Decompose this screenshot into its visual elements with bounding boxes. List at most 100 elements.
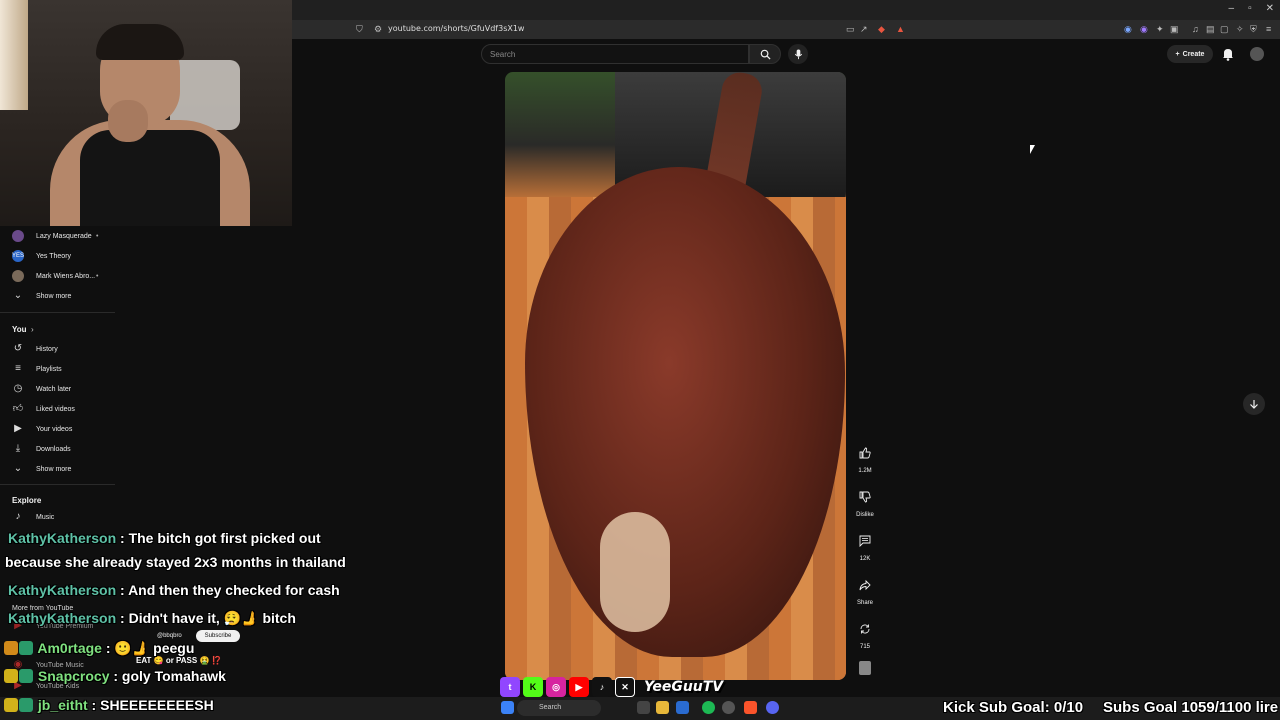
- microphone-icon: [794, 48, 802, 59]
- sidebar-icon[interactable]: ▤: [1206, 24, 1215, 35]
- sidebar-item-label: Downloads: [36, 445, 71, 453]
- subscription-item[interactable]: Mark Wiens Abro... •: [0, 266, 118, 286]
- comments-button[interactable]: 12K: [853, 530, 877, 562]
- chat-message: KathyKatherson : Didn't have it, 😮‍💨🫸 bi…: [8, 610, 296, 627]
- search-button[interactable]: [749, 44, 781, 64]
- create-button[interactable]: + Create: [1167, 45, 1213, 63]
- sidebar-item-label: Watch later: [36, 385, 72, 393]
- gift-badge-icon: [19, 641, 33, 655]
- comment-count: 12K: [859, 556, 871, 562]
- vpn-icon[interactable]: ⛨: [1250, 24, 1257, 35]
- install-app-icon[interactable]: ▭: [846, 24, 855, 35]
- remix-count: 715: [859, 644, 870, 650]
- channel-handle[interactable]: @bbqbro: [157, 633, 182, 639]
- sidebar-item-your-videos[interactable]: ▶ Your videos: [0, 419, 118, 439]
- brave-rewards-icon[interactable]: ▲: [896, 24, 905, 34]
- chat-text: : The bitch got first picked out: [116, 530, 321, 546]
- shorts-video-player[interactable]: [505, 72, 846, 680]
- like-button[interactable]: 1.2M: [853, 442, 877, 474]
- steam-icon[interactable]: [676, 701, 689, 714]
- site-info-icon[interactable]: ⚙: [374, 24, 382, 35]
- chevron-down-icon: ⌄: [13, 290, 23, 301]
- brave-shields-icon[interactable]: ◆: [878, 24, 885, 35]
- sidebar-item-downloads[interactable]: ⤓ Downloads: [0, 439, 118, 459]
- instagram-icon: ◎: [546, 677, 566, 697]
- share-button[interactable]: Share: [853, 574, 877, 606]
- kick-icon: K: [523, 677, 543, 697]
- history-icon: ↺: [13, 343, 23, 354]
- url-field[interactable]: youtube.com/shorts/GfuVdf3sX1w: [388, 24, 524, 33]
- search-input[interactable]: Search: [481, 44, 749, 64]
- chat-text: : And then they checked for cash: [116, 582, 340, 598]
- account-avatar[interactable]: [1250, 47, 1264, 61]
- minimize-icon[interactable]: –: [1229, 3, 1235, 14]
- share-page-icon[interactable]: ↗: [860, 24, 868, 35]
- extension-icon[interactable]: ▣: [1170, 24, 1179, 35]
- search-placeholder: Search: [490, 50, 516, 59]
- show-more-button[interactable]: ⌄ Show more: [0, 286, 118, 306]
- you-header: You: [12, 324, 27, 334]
- notifications-bell-icon[interactable]: [1221, 47, 1235, 61]
- chat-text: because she already stayed 2x3 months in…: [5, 554, 346, 570]
- share-label: Share: [856, 600, 873, 606]
- extensions-icon[interactable]: ✦: [1156, 24, 1164, 35]
- spotify-icon[interactable]: [702, 701, 715, 714]
- chat-message: Snapcrocy : goly Tomahawk: [4, 668, 226, 684]
- sidebar-item-music[interactable]: ♪ Music: [0, 507, 118, 527]
- restore-icon[interactable]: ▫: [1248, 3, 1252, 14]
- you-section-header[interactable]: You ›: [0, 319, 118, 339]
- playlists-icon: ≡: [15, 363, 21, 374]
- chat-text: : Didn't have it, 😮‍💨🫸 bitch: [116, 610, 296, 626]
- bookmark-icon[interactable]: ⛉: [356, 24, 363, 35]
- plus-icon: +: [1175, 50, 1180, 58]
- extension-icon[interactable]: ◉: [1140, 24, 1148, 35]
- wallet-icon[interactable]: ▢: [1220, 24, 1229, 35]
- chat-message: KathyKatherson : And then they checked f…: [8, 582, 340, 598]
- menu-icon[interactable]: ≡: [1266, 24, 1271, 34]
- show-more-label: Show more: [36, 292, 72, 300]
- subscriber-badge-icon: [4, 698, 18, 712]
- remix-button[interactable]: 715: [853, 618, 877, 650]
- sidebar-item-watch-later[interactable]: ◷ Watch later: [0, 379, 118, 399]
- live-dot-icon: •: [96, 232, 99, 240]
- subscription-item[interactable]: YES Yes Theory: [0, 246, 118, 266]
- x-icon: ✕: [615, 677, 635, 697]
- brave-browser-icon[interactable]: [744, 701, 757, 714]
- close-icon[interactable]: ✕: [1266, 3, 1274, 14]
- sidebar-item-liked-videos[interactable]: 👍︎ Liked videos: [0, 399, 118, 419]
- sidebar-item-history[interactable]: ↺ History: [0, 339, 118, 359]
- chat-message: because she already stayed 2x3 months in…: [5, 554, 346, 570]
- chat-message: Am0rtage : 🙂🫸 peegu: [4, 640, 194, 657]
- media-icon[interactable]: ♫: [1192, 24, 1199, 34]
- windows-start-icon[interactable]: [501, 701, 514, 714]
- twitch-icon: t: [500, 677, 520, 697]
- discord-icon[interactable]: [766, 701, 779, 714]
- subscriber-badge-icon: [4, 669, 18, 683]
- your-videos-icon: ▶: [14, 423, 22, 434]
- address-bar: ⛉ ⚙ youtube.com/shorts/GfuVdf3sX1w ▭ ↗ ◆…: [292, 20, 1280, 39]
- channel-avatar: [12, 230, 24, 242]
- leo-icon[interactable]: ✧: [1236, 24, 1244, 35]
- chat-username: KathyKatherson: [8, 610, 117, 626]
- file-explorer-icon[interactable]: [656, 701, 669, 714]
- taskbar-search[interactable]: Search: [517, 700, 601, 716]
- watch-later-icon: ◷: [13, 383, 23, 394]
- sidebar-item-playlists[interactable]: ≡ Playlists: [0, 359, 118, 379]
- voice-search-button[interactable]: [788, 44, 808, 64]
- chevron-right-icon: ›: [31, 324, 34, 334]
- subscription-label: Lazy Masquerade: [36, 232, 92, 240]
- audio-thumbnail[interactable]: [859, 661, 871, 675]
- extension-icon[interactable]: ◉: [1124, 24, 1132, 35]
- next-short-button[interactable]: [1243, 393, 1265, 415]
- app-icon[interactable]: [722, 701, 735, 714]
- show-more-button[interactable]: ⌄ Show more: [0, 459, 118, 479]
- subscription-item[interactable]: Lazy Masquerade •: [0, 226, 118, 246]
- subscriber-badge-icon: [4, 641, 18, 655]
- task-view-icon[interactable]: [637, 701, 650, 714]
- dislike-button[interactable]: Dislike: [853, 486, 877, 518]
- window-controls: – ▫ ✕: [1229, 3, 1275, 14]
- comment-icon: [854, 530, 876, 552]
- streamer-socials-overlay: t K ◎ ▶ ♪ ✕ YeeGuuTV: [500, 676, 723, 698]
- subscribe-button[interactable]: Subscribe: [196, 630, 240, 642]
- video-steak-fat: [600, 512, 670, 632]
